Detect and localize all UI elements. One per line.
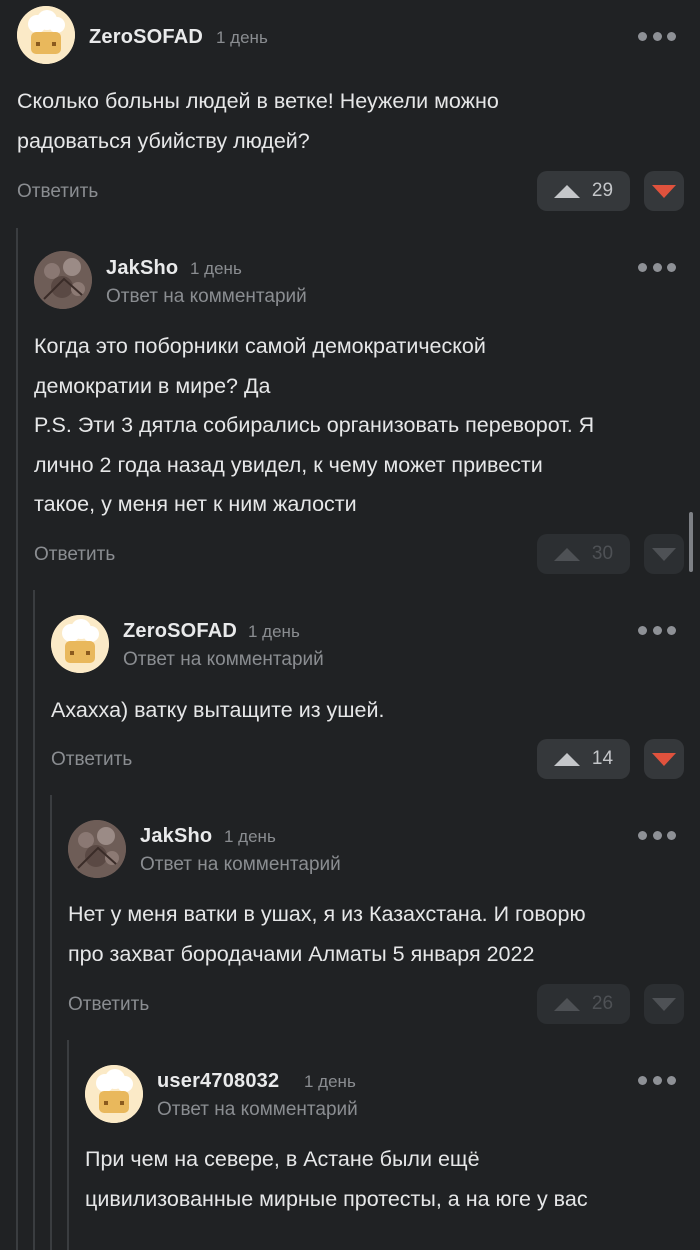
username[interactable]: JakSho	[106, 257, 178, 280]
comment: JakSho 1 день Ответ на комментарий Нет у…	[0, 820, 700, 1030]
more-options-icon[interactable]	[638, 29, 676, 43]
vote-count: 14	[591, 748, 614, 769]
username[interactable]: ZeroSOFAD	[89, 26, 203, 49]
upvote-button[interactable]: 14	[537, 739, 630, 779]
reply-button[interactable]: Ответить	[51, 749, 132, 771]
downvote-button[interactable]	[644, 739, 684, 779]
comment-text: Ахахха) ватку вытащите из ушей.	[51, 698, 385, 722]
avatar[interactable]	[68, 820, 126, 878]
arrow-down-icon	[652, 547, 676, 561]
reply-button[interactable]: Ответить	[68, 994, 149, 1016]
comment-header: ZeroSOFAD 1 день Ответ на комментарий	[0, 615, 700, 675]
tree-branch-avatar-icon	[68, 820, 126, 878]
arrow-up-icon	[553, 184, 580, 198]
comment-text: Сколько больны людей в ветке! Неужели мо…	[17, 89, 499, 153]
comment-thread: ZeroSOFAD 1 день Сколько больны людей в …	[0, 0, 700, 1250]
arrow-down-icon	[652, 184, 676, 198]
comment-header: JakSho 1 день Ответ на комментарий	[0, 251, 700, 311]
reply-button[interactable]: Ответить	[34, 544, 115, 566]
comment-text: Нет у меня ватки в ушах, я из Казахстана…	[68, 902, 586, 966]
vote-count: 30	[591, 543, 614, 564]
comment: ZeroSOFAD 1 день Ответ на комментарий Ах…	[0, 615, 700, 785]
vote-count: 29	[591, 180, 614, 201]
comment-text: При чем на севере, в Астане были ещё цив…	[85, 1147, 588, 1211]
username[interactable]: ZeroSOFAD	[123, 620, 237, 643]
more-options-icon[interactable]	[638, 260, 676, 274]
downvote-button[interactable]	[644, 984, 684, 1024]
upvote-button[interactable]: 29	[537, 171, 630, 211]
comment-header: user4708032 1 день Ответ на комментарий	[0, 1065, 700, 1125]
scrollbar[interactable]	[689, 512, 693, 572]
comment-text: Когда это поборники самой демократическо…	[34, 334, 595, 516]
arrow-down-icon	[652, 997, 676, 1011]
downvote-button[interactable]	[644, 534, 684, 574]
reply-to-link[interactable]: Ответ на комментарий	[106, 286, 307, 308]
comment-time: 1 день	[216, 28, 268, 47]
downvote-button[interactable]	[644, 171, 684, 211]
more-options-icon[interactable]	[638, 623, 676, 637]
reply-to-link[interactable]: Ответ на комментарий	[157, 1099, 358, 1121]
more-options-icon[interactable]	[638, 1073, 676, 1087]
upvote-button[interactable]: 26	[537, 984, 630, 1024]
avatar[interactable]	[51, 615, 109, 673]
arrow-up-icon	[553, 547, 580, 561]
arrow-up-icon	[553, 752, 580, 766]
arrow-up-icon	[553, 997, 580, 1011]
reply-button[interactable]: Ответить	[17, 181, 98, 203]
avatar[interactable]	[34, 251, 92, 309]
chef-hat-avatar-icon	[17, 6, 75, 64]
comment-time: 1 день	[248, 622, 300, 641]
avatar[interactable]	[17, 6, 75, 64]
reply-to-link[interactable]: Ответ на комментарий	[123, 649, 324, 671]
comment-header: JakSho 1 день Ответ на комментарий	[0, 820, 700, 880]
username[interactable]: user4708032	[157, 1070, 279, 1093]
upvote-button[interactable]: 30	[537, 534, 630, 574]
more-options-icon[interactable]	[638, 828, 676, 842]
comment-time: 1 день	[304, 1072, 356, 1091]
reply-to-link[interactable]: Ответ на комментарий	[140, 854, 341, 876]
comment: JakSho 1 день Ответ на комментарий Когда…	[0, 251, 700, 581]
chef-hat-avatar-icon	[85, 1065, 143, 1123]
vote-count: 26	[591, 993, 614, 1014]
comment-header: ZeroSOFAD 1 день	[0, 6, 700, 66]
chef-hat-avatar-icon	[51, 615, 109, 673]
arrow-down-icon	[652, 752, 676, 766]
comment: ZeroSOFAD 1 день Сколько больны людей в …	[0, 6, 700, 216]
username[interactable]: JakSho	[140, 825, 212, 848]
avatar[interactable]	[85, 1065, 143, 1123]
comment-time: 1 день	[224, 827, 276, 846]
comment-time: 1 день	[190, 259, 242, 278]
comment: user4708032 1 день Ответ на комментарий …	[0, 1065, 700, 1250]
tree-branch-avatar-icon	[34, 251, 92, 309]
